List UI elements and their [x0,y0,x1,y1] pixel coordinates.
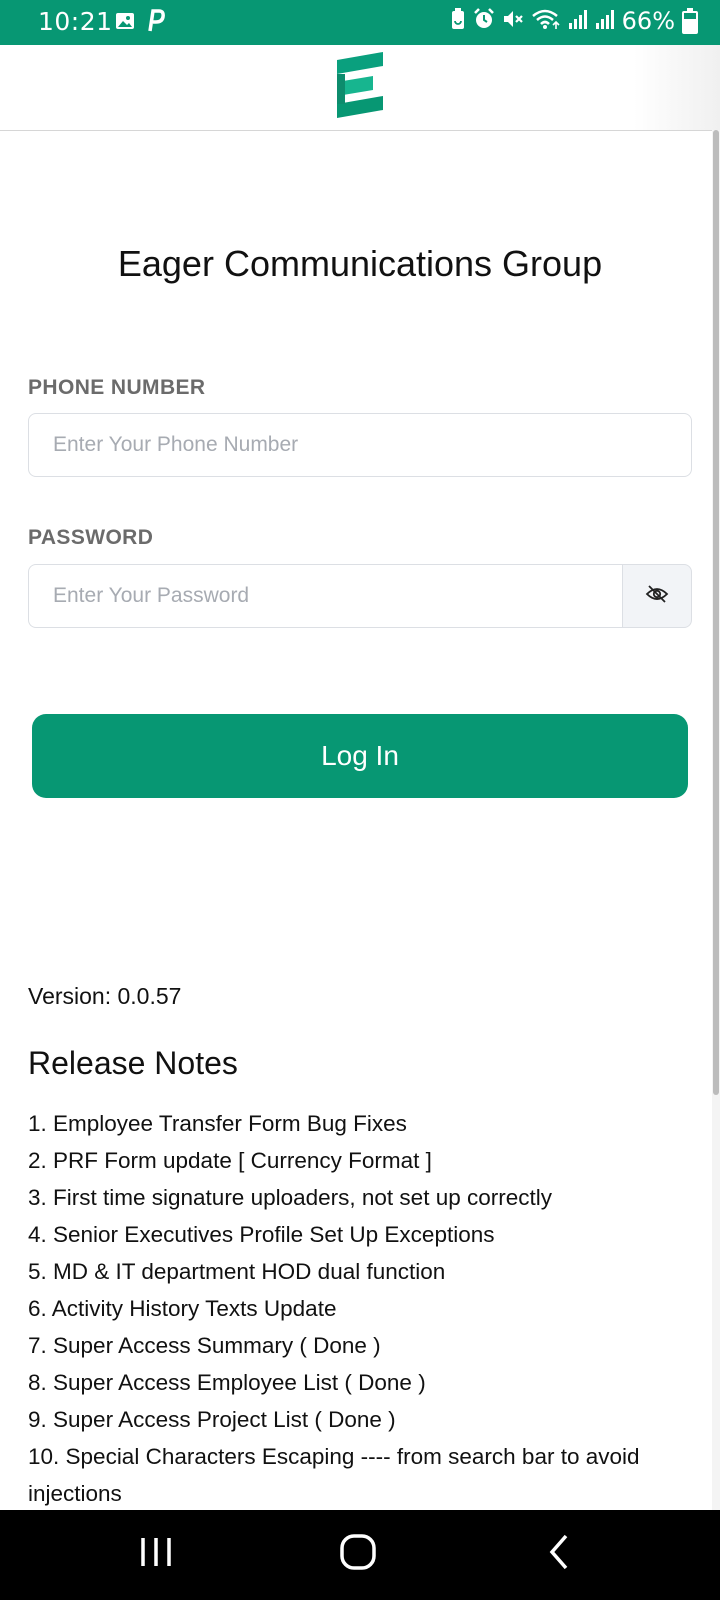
alarm-icon [473,8,495,34]
list-item: 8. Super Access Employee List ( Done ) [28,1370,426,1395]
login-button[interactable]: Log In [32,714,688,798]
recent-apps-icon[interactable] [138,1532,174,1577]
signal-icon [568,9,588,33]
list-item: 2. PRF Form update [ Currency Format ] [28,1148,432,1173]
mute-icon [502,8,524,34]
password-visibility-toggle[interactable] [622,564,692,628]
list-item: 5. MD & IT department HOD dual function [28,1259,446,1284]
list-item: 6. Activity History Texts Update [28,1296,337,1321]
password-field [28,564,692,628]
eager-logo-icon [333,50,389,131]
battery-saver-icon [450,8,466,34]
release-notes-title: Release Notes [28,1045,238,1081]
status-time: 10:21 [38,7,113,36]
page-title: Eager Communications Group [117,243,603,284]
status-left-icons [115,9,165,37]
wifi-icon [531,8,561,34]
home-icon[interactable] [338,1532,378,1577]
eye-off-icon [645,584,669,609]
version-text: Version: 0.0.57 [28,983,182,1009]
list-item: 9. Super Access Project List ( Done ) [28,1407,396,1432]
password-label: PASSWORD [28,526,154,549]
list-item: 1. Employee Transfer Form Bug Fixes [28,1111,407,1136]
phone-input[interactable] [28,413,692,477]
p-app-icon [145,9,165,37]
status-bar: 10:21 66% [0,0,720,45]
list-item: 3. First time signature uploaders, not s… [28,1185,552,1210]
signal-icon [595,9,615,33]
list-item: 4. Senior Executives Profile Set Up Exce… [28,1222,495,1247]
gallery-icon [115,11,135,35]
status-right-icons: 66% [450,7,698,35]
back-icon[interactable] [544,1532,574,1577]
battery-percent: 66% [621,7,675,35]
list-item: 7. Super Access Summary ( Done ) [28,1333,381,1358]
release-notes-list: 1. Employee Transfer Form Bug Fixes 2. P… [28,1105,688,1512]
phone-label: PHONE NUMBER [28,376,206,399]
navigation-bar [0,1510,720,1600]
battery-icon [682,7,698,34]
password-input[interactable] [28,564,624,628]
list-item: 10. Special Characters Escaping ---- fro… [28,1444,640,1506]
